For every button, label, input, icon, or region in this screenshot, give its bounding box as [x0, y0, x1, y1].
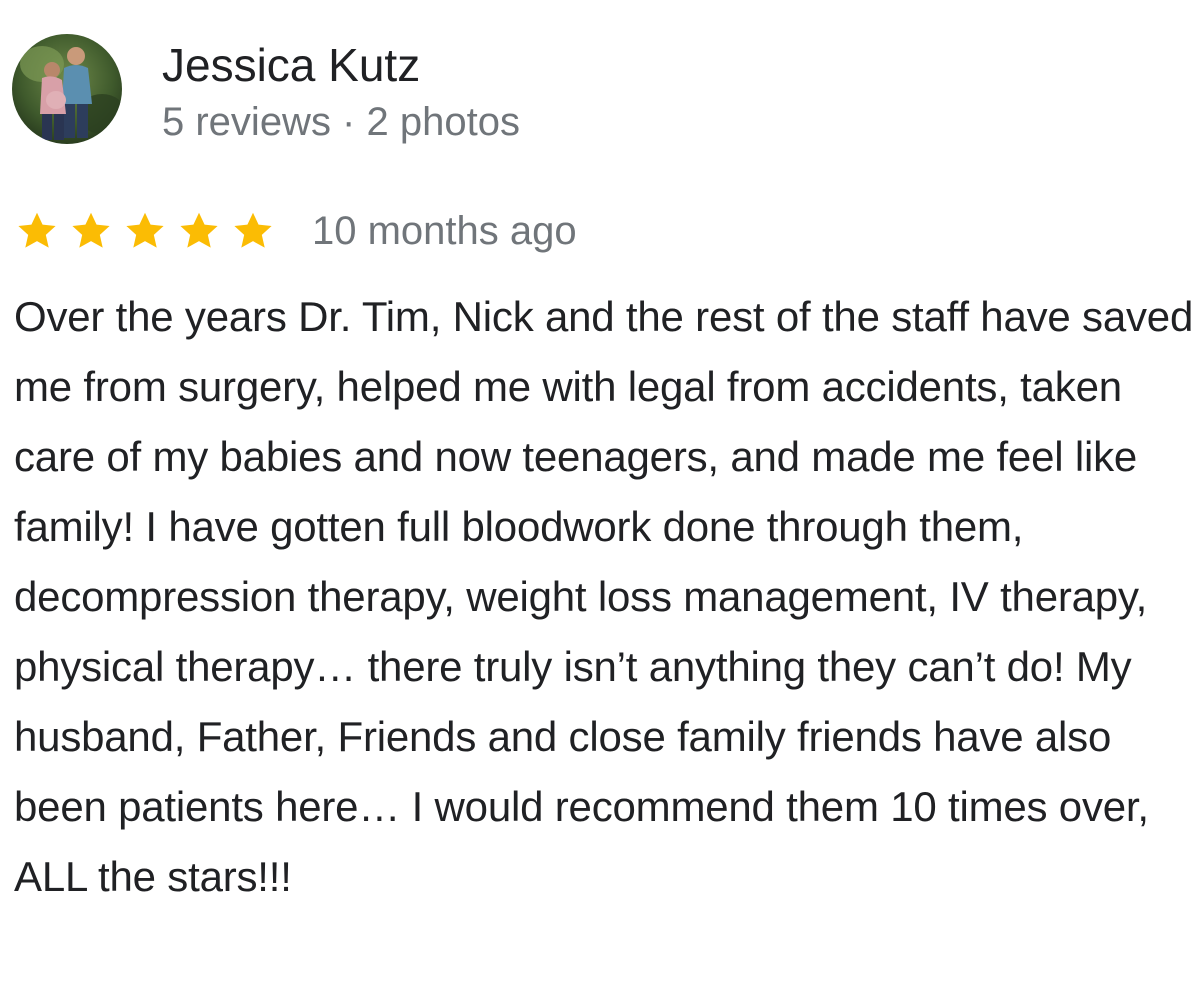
review-card: Jessica Kutz 5 reviews · 2 photos 10 mon…: [0, 0, 1200, 1000]
star-rating: [14, 208, 284, 254]
review-body: Over the years Dr. Tim, Nick and the res…: [14, 293, 1194, 900]
star-icon: [14, 208, 60, 254]
star-icon: [176, 208, 222, 254]
reviewer-name[interactable]: Jessica Kutz: [162, 38, 520, 92]
star-icon: [122, 208, 168, 254]
star-icon: [68, 208, 114, 254]
avatar-photo-icon: [12, 34, 122, 144]
review-date: 10 months ago: [312, 209, 577, 253]
rating-row: 10 months ago: [14, 204, 577, 258]
reviewer-avatar[interactable]: [12, 34, 122, 144]
reviewer-info: Jessica Kutz 5 reviews · 2 photos: [162, 34, 520, 146]
review-header: Jessica Kutz 5 reviews · 2 photos: [12, 34, 520, 146]
reviewer-meta: 5 reviews · 2 photos: [162, 100, 520, 144]
star-icon: [230, 208, 276, 254]
